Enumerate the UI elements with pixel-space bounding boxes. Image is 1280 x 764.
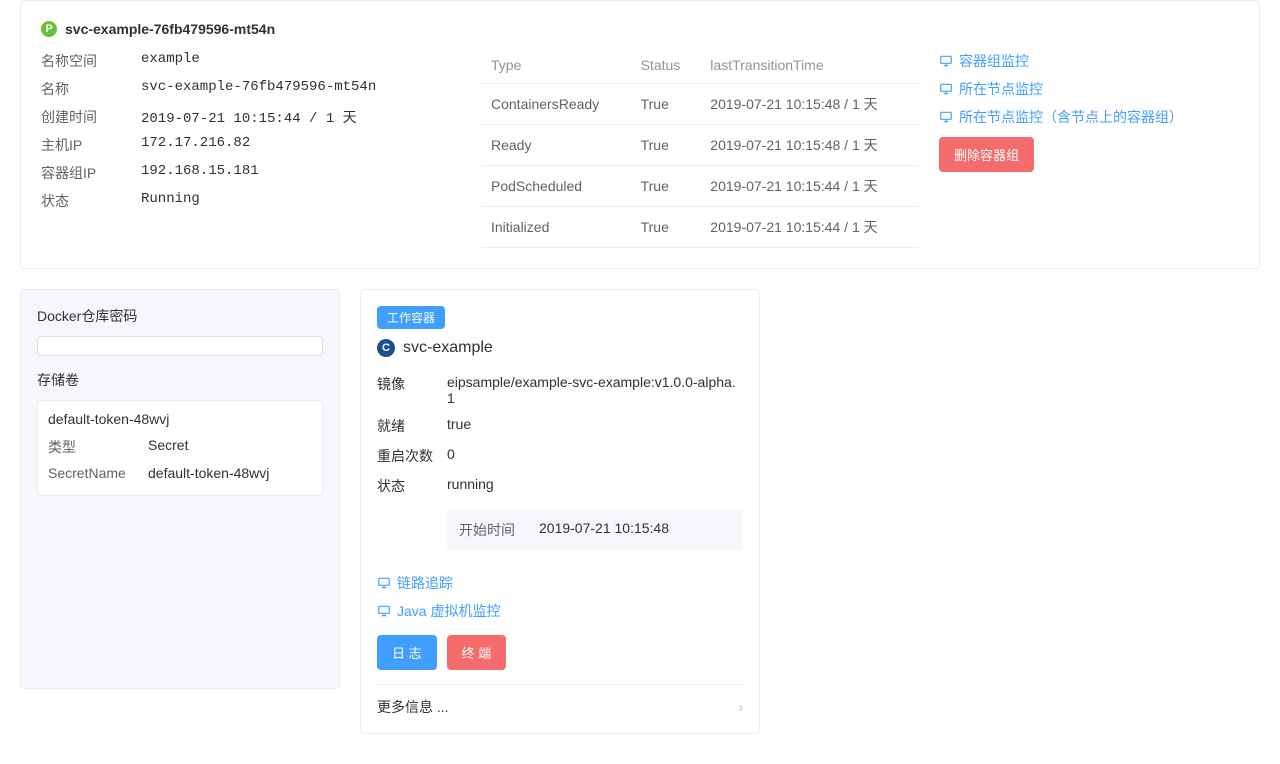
docker-secret-input[interactable] [37,336,323,356]
conditions-column: Type Status lastTransitionTime Container… [481,47,919,248]
trace-link[interactable]: 链路追踪 [377,569,453,597]
col-last: lastTransitionTime [700,47,919,84]
docker-secret-title: Docker仓库密码 [37,306,323,326]
label-state: 状态 [377,476,447,496]
volume-name: default-token-48wvj [48,411,312,427]
container-badge: 工作容器 [377,306,445,329]
label-image: 镜像 [377,374,447,406]
node-monitor-link[interactable]: 所在节点监控 [939,75,1239,103]
value-created: 2019-07-21 10:15:44 / 1 天 [141,107,357,127]
value-status: Running [141,191,200,211]
table-row: InitializedTrue2019-07-21 10:15:44 / 1 天 [481,207,919,248]
table-row: ReadyTrue2019-07-21 10:15:48 / 1 天 [481,125,919,166]
delete-pod-button[interactable]: 删除容器组 [939,137,1034,172]
label-status: 状态 [41,191,141,211]
col-status: Status [631,47,701,84]
chevron-right-icon: › [738,699,743,715]
value-ready: true [447,416,743,436]
table-row: ContainersReadyTrue2019-07-21 10:15:48 /… [481,84,919,125]
volume-secretname-value: default-token-48wvj [148,465,269,481]
more-info-label: 更多信息 ... [377,697,449,717]
value-host-ip: 172.17.216.82 [141,135,250,155]
table-row: PodScheduledTrue2019-07-21 10:15:44 / 1 … [481,166,919,207]
value-pod-ip: 192.168.15.181 [141,163,259,183]
started-label: 开始时间 [459,520,515,540]
status-dot-icon: P [41,21,57,37]
volume-secretname-label: SecretName [48,465,148,481]
volume-item: default-token-48wvj 类型Secret SecretNamed… [37,400,323,496]
col-type: Type [481,47,631,84]
terminal-button[interactable]: 终 端 [447,635,507,670]
label-created: 创建时间 [41,107,141,127]
value-restarts: 0 [447,446,743,466]
container-dot-icon: C [377,339,395,357]
jvm-link[interactable]: Java 虚拟机监控 [377,597,500,625]
value-name: svc-example-76fb479596-mt54n [141,79,376,99]
label-restarts: 重启次数 [377,446,447,466]
container-name: svc-example [403,339,493,357]
volumes-title: 存储卷 [37,370,323,390]
label-ready: 就绪 [377,416,447,436]
sidebar-card: Docker仓库密码 存储卷 default-token-48wvj 类型Sec… [20,289,340,689]
node-monitor-with-pod-link[interactable]: 所在节点监控（含节点上的容器组） [939,103,1239,131]
value-state: running [447,476,743,496]
value-image: eipsample/example-svc-example:v1.0.0-alp… [447,374,743,406]
actions-column: 容器组监控 所在节点监控 所在节点监控（含节点上的容器组） 删除容器组 [939,47,1239,172]
monitor-icon [377,604,391,618]
monitor-icon [939,54,953,68]
label-pod-ip: 容器组IP [41,163,141,183]
pod-info-column: 名称空间example 名称svc-example-76fb479596-mt5… [41,47,461,215]
pod-title-row: P svc-example-76fb479596-mt54n [41,21,1239,37]
label-host-ip: 主机IP [41,135,141,155]
state-detail-box: 开始时间 2019-07-21 10:15:48 [447,510,743,550]
container-title-row: C svc-example [377,339,743,357]
pod-overview-card: P svc-example-76fb479596-mt54n 名称空间examp… [20,0,1260,269]
monitor-icon [939,82,953,96]
monitor-icon [377,576,391,590]
pod-title: svc-example-76fb479596-mt54n [65,21,275,37]
logs-button[interactable]: 日 志 [377,635,437,670]
monitor-icon [939,110,953,124]
value-namespace: example [141,51,200,71]
more-info-toggle[interactable]: 更多信息 ... › [377,684,743,717]
conditions-table: Type Status lastTransitionTime Container… [481,47,919,248]
volume-type-value: Secret [148,437,188,457]
started-value: 2019-07-21 10:15:48 [539,520,669,540]
pod-monitor-link[interactable]: 容器组监控 [939,47,1239,75]
label-namespace: 名称空间 [41,51,141,71]
container-card: 工作容器 C svc-example 镜像eipsample/example-s… [360,289,760,734]
label-name: 名称 [41,79,141,99]
volume-type-label: 类型 [48,437,148,457]
